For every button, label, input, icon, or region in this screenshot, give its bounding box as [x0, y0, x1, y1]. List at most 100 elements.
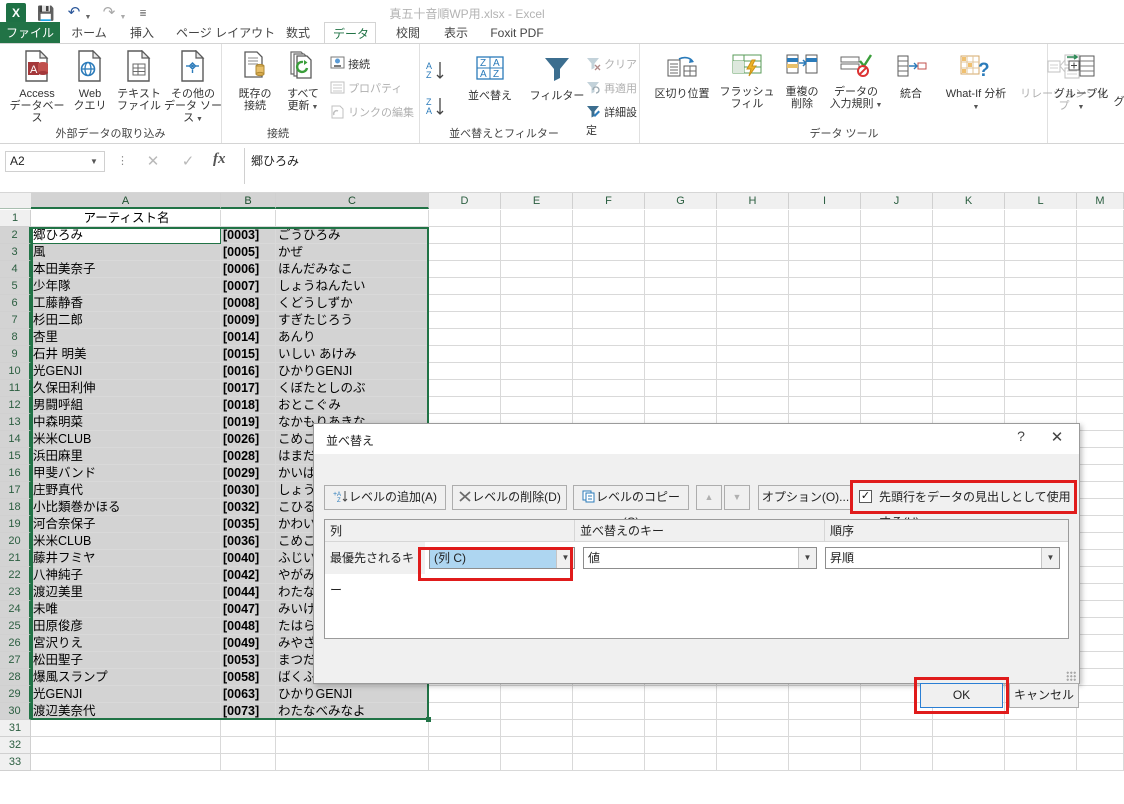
cell-M31[interactable]: [1077, 720, 1124, 737]
sort-za-button[interactable]: ZA: [424, 96, 450, 121]
cell-A30[interactable]: 渡辺美奈代: [31, 703, 221, 720]
cell-G2[interactable]: [645, 227, 717, 244]
filter-button[interactable]: フィルター: [526, 54, 588, 102]
cell-K33[interactable]: [933, 754, 1005, 771]
cell-G3[interactable]: [645, 244, 717, 261]
cell-A17[interactable]: 庄野真代: [31, 482, 221, 499]
cell-A2[interactable]: 郷ひろみ: [31, 227, 221, 244]
cell-M32[interactable]: [1077, 737, 1124, 754]
row-header-10[interactable]: 10: [0, 363, 31, 380]
row-header-6[interactable]: 6: [0, 295, 31, 312]
ok-button[interactable]: OK: [920, 683, 1003, 708]
cell-H32[interactable]: [717, 737, 789, 754]
add-level-button[interactable]: + A Z レベルの追加(A): [324, 485, 446, 510]
cell-M22[interactable]: [1077, 567, 1124, 584]
delete-level-button[interactable]: レベルの削除(D): [452, 485, 567, 510]
cell-J9[interactable]: [861, 346, 933, 363]
cell-F8[interactable]: [573, 329, 645, 346]
cell-D11[interactable]: [429, 380, 501, 397]
cell-G4[interactable]: [645, 261, 717, 278]
cell-G5[interactable]: [645, 278, 717, 295]
cell-C8[interactable]: あんり: [276, 329, 429, 346]
cell-I30[interactable]: [789, 703, 861, 720]
cell-D6[interactable]: [429, 295, 501, 312]
cell-B25[interactable]: [0048]: [221, 618, 276, 635]
cell-B12[interactable]: [0018]: [221, 397, 276, 414]
cell-K11[interactable]: [933, 380, 1005, 397]
cell-C6[interactable]: くどうしずか: [276, 295, 429, 312]
row-header-3[interactable]: 3: [0, 244, 31, 261]
cell-I7[interactable]: [789, 312, 861, 329]
cell-A20[interactable]: 米米CLUB: [31, 533, 221, 550]
cell-D7[interactable]: [429, 312, 501, 329]
cell-B33[interactable]: [221, 754, 276, 771]
row-header-33[interactable]: 33: [0, 754, 31, 771]
cell-F32[interactable]: [573, 737, 645, 754]
cell-D5[interactable]: [429, 278, 501, 295]
group-button[interactable]: グループ化 ▼: [1050, 54, 1112, 114]
cell-I33[interactable]: [789, 754, 861, 771]
row-header-5[interactable]: 5: [0, 278, 31, 295]
cell-A29[interactable]: 光GENJI: [31, 686, 221, 703]
row-header-4[interactable]: 4: [0, 261, 31, 278]
cell-D2[interactable]: [429, 227, 501, 244]
cell-M25[interactable]: [1077, 618, 1124, 635]
cell-H12[interactable]: [717, 397, 789, 414]
cell-C1[interactable]: [276, 210, 429, 227]
column-header-L[interactable]: L: [1005, 193, 1077, 209]
cell-A25[interactable]: 田原俊彦: [31, 618, 221, 635]
cell-H4[interactable]: [717, 261, 789, 278]
cell-I10[interactable]: [789, 363, 861, 380]
cell-J10[interactable]: [861, 363, 933, 380]
cell-J7[interactable]: [861, 312, 933, 329]
access-database-button[interactable]: A Access データベース: [6, 49, 68, 124]
move-level-up-button[interactable]: ▲: [696, 485, 722, 510]
cell-B5[interactable]: [0007]: [221, 278, 276, 295]
cell-M8[interactable]: [1077, 329, 1124, 346]
advanced-filter-button[interactable]: 詳細設定: [586, 104, 639, 138]
cell-B30[interactable]: [0073]: [221, 703, 276, 720]
cell-J5[interactable]: [861, 278, 933, 295]
row-header-13[interactable]: 13: [0, 414, 31, 431]
cell-H31[interactable]: [717, 720, 789, 737]
cell-K7[interactable]: [933, 312, 1005, 329]
cell-B31[interactable]: [221, 720, 276, 737]
cell-K1[interactable]: [933, 210, 1005, 227]
cell-E5[interactable]: [501, 278, 573, 295]
clear-filter-button[interactable]: クリア: [586, 56, 637, 74]
cell-M24[interactable]: [1077, 601, 1124, 618]
cell-L7[interactable]: [1005, 312, 1077, 329]
cell-H30[interactable]: [717, 703, 789, 720]
cell-E8[interactable]: [501, 329, 573, 346]
cell-E4[interactable]: [501, 261, 573, 278]
formula-bar-splitter[interactable]: ⋮: [117, 154, 128, 167]
cell-L33[interactable]: [1005, 754, 1077, 771]
cell-M10[interactable]: [1077, 363, 1124, 380]
column-header-C[interactable]: C: [276, 193, 429, 209]
cell-F31[interactable]: [573, 720, 645, 737]
cell-D12[interactable]: [429, 397, 501, 414]
cell-E2[interactable]: [501, 227, 573, 244]
cell-H3[interactable]: [717, 244, 789, 261]
cell-B19[interactable]: [0035]: [221, 516, 276, 533]
cell-E10[interactable]: [501, 363, 573, 380]
copy-level-button[interactable]: レベルのコピー(C): [573, 485, 689, 529]
cell-G8[interactable]: [645, 329, 717, 346]
cell-A26[interactable]: 宮沢りえ: [31, 635, 221, 652]
cell-B2[interactable]: [0003]: [221, 227, 276, 244]
column-header-M[interactable]: M: [1077, 193, 1124, 209]
cell-I8[interactable]: [789, 329, 861, 346]
resize-grip[interactable]: [1066, 671, 1076, 681]
row-header-22[interactable]: 22: [0, 567, 31, 584]
cell-A15[interactable]: 浜田麻里: [31, 448, 221, 465]
cell-L11[interactable]: [1005, 380, 1077, 397]
cell-D33[interactable]: [429, 754, 501, 771]
cell-E12[interactable]: [501, 397, 573, 414]
cell-D9[interactable]: [429, 346, 501, 363]
column-header-D[interactable]: D: [429, 193, 501, 209]
cell-M13[interactable]: [1077, 414, 1124, 431]
cell-J3[interactable]: [861, 244, 933, 261]
tab-file[interactable]: ファイル: [0, 22, 60, 44]
column-header-I[interactable]: I: [789, 193, 861, 209]
cell-I6[interactable]: [789, 295, 861, 312]
